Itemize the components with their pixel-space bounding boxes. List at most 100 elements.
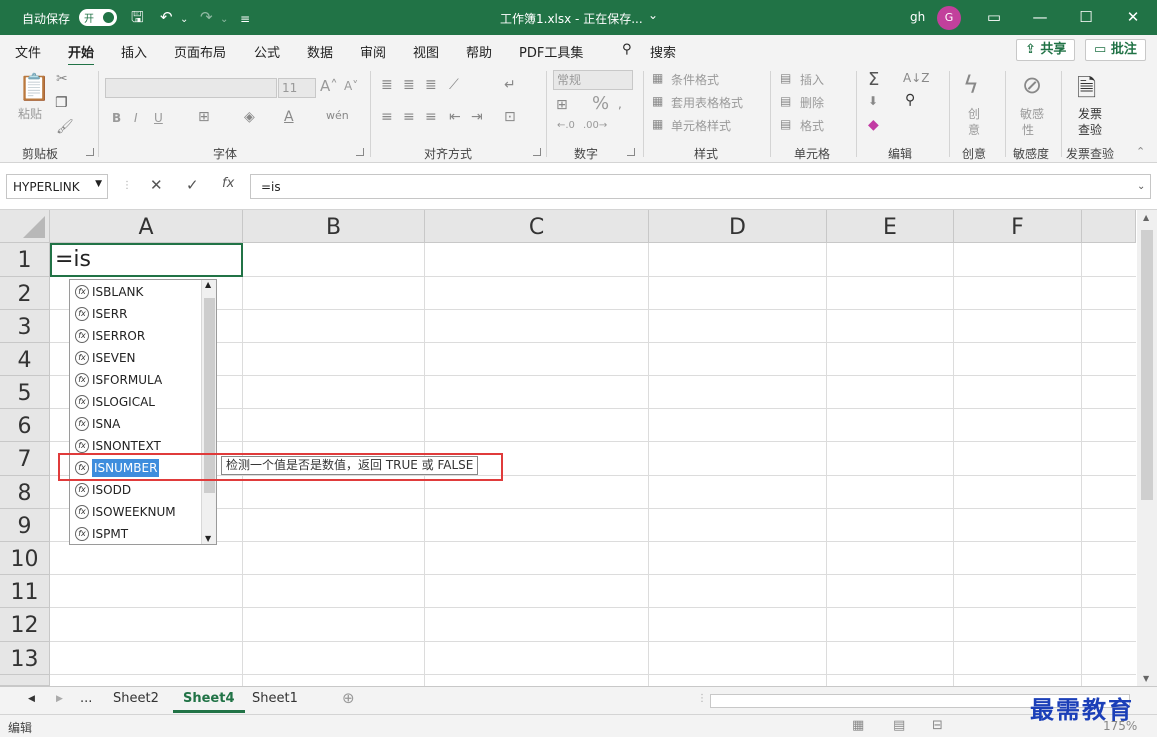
redo-icon[interactable]: ↷ <box>200 8 213 26</box>
tab-insert[interactable]: 插入 <box>121 42 147 61</box>
align-center-icon[interactable]: ≡ <box>403 109 415 125</box>
row-header-7[interactable]: 7 <box>0 442 50 476</box>
tab-view[interactable]: 视图 <box>413 42 439 61</box>
autocomplete-item[interactable]: fx ISNA <box>72 413 202 435</box>
sheet-tab-sheet2[interactable]: Sheet2 <box>113 691 159 706</box>
cancel-button[interactable]: ✕ <box>150 176 163 194</box>
sort-filter-icon[interactable]: A↓Z <box>903 71 929 85</box>
row-header-9[interactable]: 9 <box>0 509 50 542</box>
tab-formulas[interactable]: 公式 <box>254 42 280 61</box>
autosum-icon[interactable]: Σ <box>868 69 879 90</box>
avatar[interactable]: G <box>937 6 961 30</box>
invoice-check-label-2[interactable]: 查验 <box>1078 121 1102 138</box>
format-cells-icon[interactable]: ▤ <box>780 117 791 131</box>
find-select-icon[interactable]: ⚲ <box>905 92 915 108</box>
align-top-icon[interactable]: ≣ <box>381 77 393 93</box>
page-break-icon[interactable]: ⊟ <box>932 718 943 733</box>
enter-button[interactable]: ✓ <box>186 176 199 194</box>
increase-decimal-icon[interactable]: ←.0 <box>557 120 575 131</box>
table-format-icon[interactable]: ▦ <box>652 94 663 108</box>
autocomplete-item[interactable]: fx ISERROR <box>72 325 202 347</box>
row-header-12[interactable]: 12 <box>0 608 50 642</box>
creative-label-1[interactable]: 创 <box>968 105 980 122</box>
delete-cells-icon[interactable]: ▤ <box>780 94 791 108</box>
user-name[interactable]: gh <box>910 10 925 24</box>
more-sheets-button[interactable]: ... <box>80 691 92 706</box>
increase-indent-icon[interactable]: ⇥ <box>471 109 483 125</box>
save-icon[interactable]: 🖫 <box>131 8 144 26</box>
tab-review[interactable]: 审阅 <box>360 42 386 61</box>
row-header-11[interactable]: 11 <box>0 575 50 608</box>
row-header-partial[interactable] <box>0 675 50 686</box>
font-name-combo[interactable] <box>105 78 277 98</box>
number-format-combo[interactable]: 常规 <box>553 70 633 90</box>
row-header-3[interactable]: 3 <box>0 310 50 343</box>
minimize-icon[interactable]: — <box>1025 5 1055 29</box>
normal-view-icon[interactable]: ▦ <box>852 718 864 733</box>
row-header-13[interactable]: 13 <box>0 642 50 675</box>
font-launcher-icon[interactable] <box>356 148 364 156</box>
align-right-icon[interactable]: ≡ <box>425 109 437 125</box>
cell-styles-icon[interactable]: ▦ <box>652 117 663 131</box>
insert-cells-button[interactable]: 插入 <box>800 71 824 88</box>
clipboard-launcher-icon[interactable] <box>86 148 94 156</box>
autocomplete-item[interactable]: fx ISFORMULA <box>72 369 202 391</box>
sheet-tab-sheet4[interactable]: Sheet4 <box>173 691 244 713</box>
vertical-scroll-thumb[interactable] <box>1141 230 1153 500</box>
border-icon[interactable]: ⊞ <box>198 109 210 125</box>
creative-label-2[interactable]: 意 <box>968 121 980 138</box>
tab-home[interactable]: 开始 <box>68 42 95 67</box>
underline-button[interactable]: U <box>154 111 163 125</box>
number-launcher-icon[interactable] <box>627 148 635 156</box>
conditional-format-icon[interactable]: ▦ <box>652 71 663 85</box>
column-header-f[interactable]: F <box>954 210 1082 243</box>
comments-button[interactable]: ▭ 批注 <box>1085 39 1146 61</box>
autocomplete-item[interactable]: fx ISPMT <box>72 523 202 545</box>
autocomplete-item[interactable]: fx ISEVEN <box>72 347 202 369</box>
function-autocomplete-list[interactable]: fx ISBLANK fx ISERR fx ISERROR fx ISEVEN fx I… <box>69 279 217 545</box>
paste-icon[interactable]: 📋 <box>18 73 50 103</box>
copy-icon[interactable]: ❐ <box>55 95 68 111</box>
conditional-format-button[interactable]: 条件格式 <box>671 71 719 88</box>
select-all-corner[interactable] <box>0 210 50 243</box>
row-header-10[interactable]: 10 <box>0 542 50 575</box>
page-layout-icon[interactable]: ▤ <box>893 718 905 733</box>
decrease-font-icon[interactable]: A˅ <box>344 79 358 93</box>
autocomplete-item[interactable]: fx ISBLANK <box>72 281 202 303</box>
tab-help[interactable]: 帮助 <box>466 42 492 61</box>
add-sheet-icon[interactable]: ⊕ <box>342 689 355 707</box>
phonetic-icon[interactable]: wén <box>326 109 349 122</box>
scroll-up-icon[interactable]: ▲ <box>1143 213 1149 222</box>
tab-pdf-tools[interactable]: PDF工具集 <box>519 42 583 61</box>
name-box-dropdown-icon[interactable]: ▼ <box>95 179 102 189</box>
column-header-blank[interactable] <box>1082 210 1136 243</box>
creative-icon[interactable]: ϟ <box>963 71 979 99</box>
column-header-e[interactable]: E <box>827 210 954 243</box>
delete-cells-button[interactable]: 删除 <box>800 94 824 111</box>
column-header-d[interactable]: D <box>649 210 827 243</box>
bold-button[interactable]: B <box>112 111 121 125</box>
row-header-5[interactable]: 5 <box>0 376 50 409</box>
formula-input[interactable]: =is <box>250 174 1151 199</box>
align-bottom-icon[interactable]: ≣ <box>425 77 437 93</box>
active-cell-a1[interactable]: =is <box>50 243 243 277</box>
decrease-indent-icon[interactable]: ⇤ <box>449 109 461 125</box>
fill-color-icon[interactable]: ◈ <box>244 109 255 125</box>
vertical-scrollbar[interactable]: ▲ ▼ <box>1137 210 1157 686</box>
row-header-2[interactable]: 2 <box>0 277 50 310</box>
row-header-1[interactable]: 1 <box>0 243 50 277</box>
close-icon[interactable]: ✕ <box>1118 5 1148 29</box>
clear-icon[interactable]: ◆ <box>868 117 879 133</box>
name-box[interactable]: HYPERLINK ▼ <box>6 174 108 199</box>
tab-page-layout[interactable]: 页面布局 <box>174 42 226 61</box>
autocomplete-item[interactable]: fx ISODD <box>72 479 202 501</box>
autocomplete-item[interactable]: fx ISERR <box>72 303 202 325</box>
maximize-icon[interactable]: ☐ <box>1071 5 1101 29</box>
autocomplete-scrollbar[interactable]: ▲ ▼ <box>201 280 216 544</box>
orientation-icon[interactable]: ⟋ <box>449 77 459 93</box>
next-sheet-icon[interactable]: ▶ <box>56 694 63 704</box>
sensitivity-icon[interactable]: ⊘ <box>1022 71 1042 99</box>
insert-function-button[interactable]: fx <box>222 176 234 191</box>
column-header-c[interactable]: C <box>425 210 649 243</box>
expand-formula-bar-icon[interactable]: ⌄ <box>1137 181 1145 192</box>
